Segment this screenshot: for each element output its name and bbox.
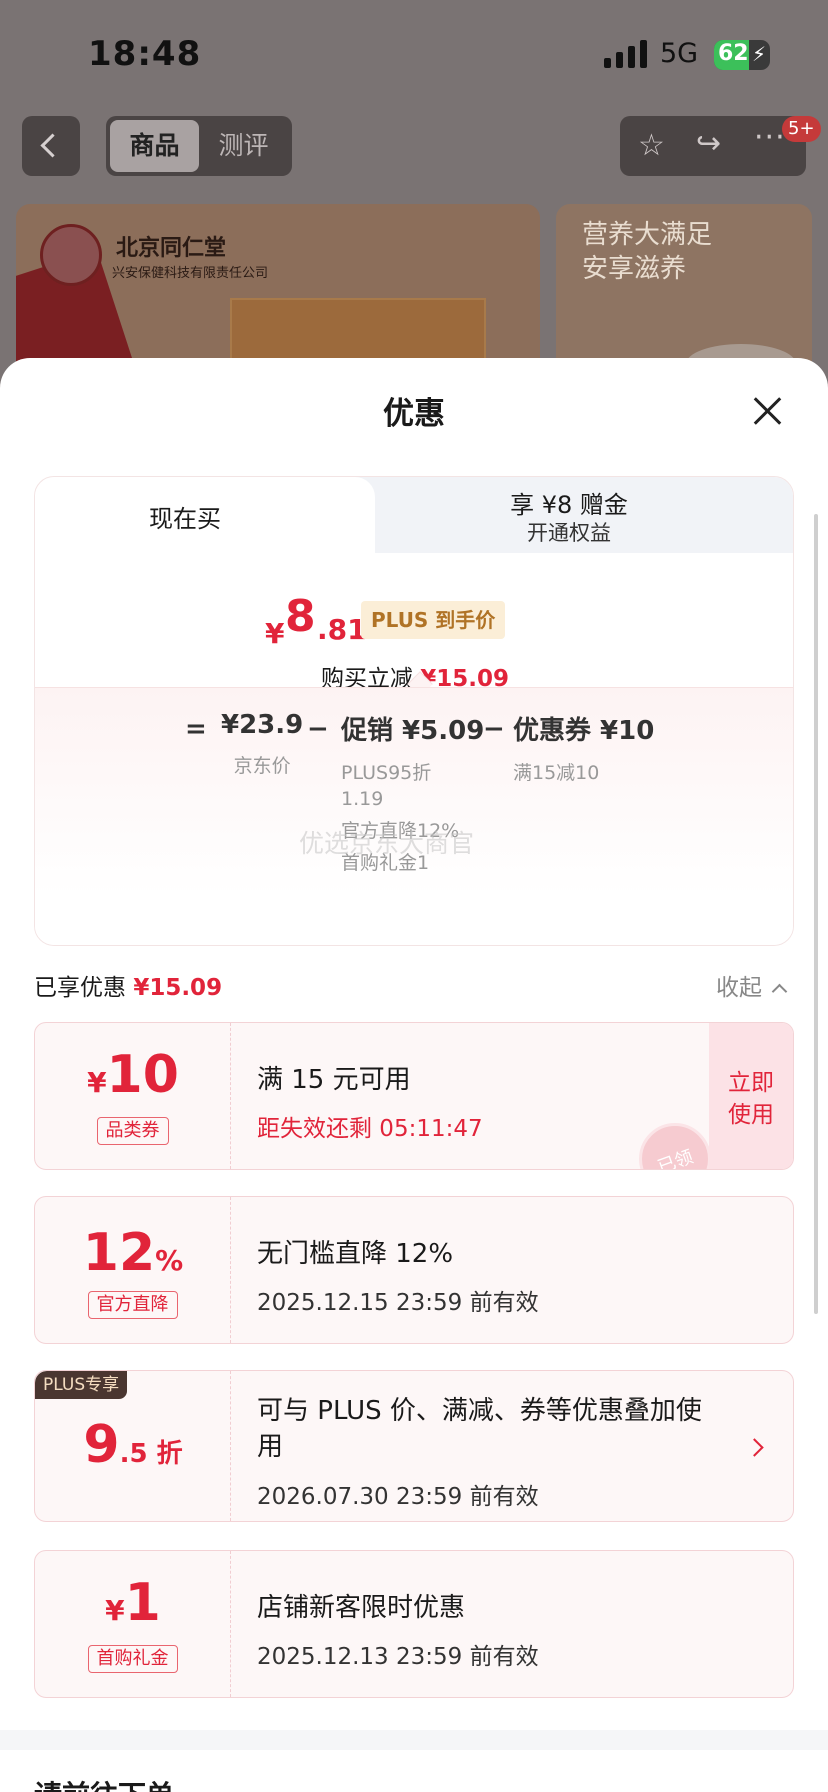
price-currency: ¥ bbox=[265, 617, 285, 650]
coupon-type-tag: 品类券 bbox=[96, 1117, 169, 1145]
claimed-stamp: 已领 bbox=[639, 1123, 711, 1170]
coupon-title: 满 15 元可用 bbox=[257, 1065, 411, 1095]
equals-sign: = bbox=[185, 714, 207, 744]
use-now-button[interactable]: 立即 使用 bbox=[709, 1023, 793, 1169]
coupon-type-tag: 官方直降 bbox=[87, 1291, 178, 1319]
coupon-card[interactable]: PLUS专享 9.5 折 可与 PLUS 价、满减、券等优惠叠加使用 2026.… bbox=[34, 1370, 794, 1522]
coupon-validity: 2025.12.13 23:59 前有效 bbox=[257, 1644, 539, 1670]
promo-value: 促销 ¥5.09 bbox=[341, 716, 485, 746]
coupon-title: 店铺新客限时优惠 bbox=[257, 1593, 466, 1623]
promo-line-2: 1.19 bbox=[341, 788, 384, 810]
enjoyed-label: 已享优惠 bbox=[34, 975, 126, 1001]
coupon-amount: 9.5 折 bbox=[35, 1415, 231, 1475]
price-integer: 8 bbox=[285, 591, 316, 642]
buy-now-label: 现在买 bbox=[149, 505, 221, 533]
status-bar: 18:48 5G 62 ⚡ bbox=[0, 0, 828, 108]
action-group: ☆ ↪ ··· bbox=[620, 116, 806, 176]
coupon-amount: ¥10 bbox=[35, 1045, 231, 1105]
promo-line-1: PLUS95折 bbox=[341, 762, 432, 784]
battery-level: 62 bbox=[718, 41, 749, 66]
coupon-validity: 2025.12.15 23:59 前有效 bbox=[257, 1290, 539, 1316]
battery-icon: 62 ⚡ bbox=[714, 40, 770, 70]
coupon-amount-value: 9 bbox=[83, 1415, 120, 1475]
final-price-box: ¥ 8 .81 PLUS 到手价 购买立减 ¥15.09 bbox=[35, 553, 793, 692]
share-icon[interactable]: ↪ bbox=[696, 126, 721, 161]
enjoyed-discount: 已享优惠 ¥15.09 bbox=[34, 968, 222, 1002]
coupon-title: 无门槛直降 12% bbox=[257, 1239, 454, 1269]
coupon-amount-value: 10 bbox=[106, 1045, 179, 1105]
coupon-value-area: PLUS专享 9.5 折 bbox=[35, 1371, 231, 1521]
minus-sign: − bbox=[307, 714, 329, 744]
brand-seal-icon bbox=[40, 224, 102, 286]
signal-icon bbox=[604, 40, 648, 68]
coupon-currency: ¥ bbox=[105, 1594, 125, 1627]
stamp-label: 已领 bbox=[655, 1146, 697, 1170]
section-divider bbox=[0, 1730, 828, 1750]
back-button[interactable] bbox=[22, 116, 80, 176]
charging-icon: ⚡ bbox=[751, 42, 766, 66]
collapse-button[interactable]: 收起 bbox=[716, 968, 788, 1002]
coupon-amount-value: 1 bbox=[124, 1573, 161, 1633]
coupon-value-area: 12% 官方直降 bbox=[35, 1197, 231, 1343]
chevron-up-icon bbox=[771, 983, 788, 1000]
jd-price-label: 京东价 bbox=[233, 755, 291, 777]
hero-slogan: 营养大满足 安享滋养 bbox=[582, 220, 713, 284]
favorite-star-icon[interactable]: ☆ bbox=[638, 128, 665, 163]
enjoyed-value: ¥15.09 bbox=[133, 975, 223, 1001]
product-tab-switch: 商品 测评 bbox=[106, 116, 292, 176]
coupon-type-tag: 首购礼金 bbox=[87, 1645, 178, 1673]
plus-open-label: 开通权益 bbox=[527, 521, 611, 545]
next-section-title: 请前往下单 bbox=[34, 1774, 174, 1792]
coupon-card: ¥10 品类券 满 15 元可用 距失效还剩 05:11:47 已领 立即 使用 bbox=[34, 1022, 794, 1170]
message-badge: 5+ bbox=[782, 116, 821, 142]
coupon-col: 优惠券 ¥10 满15减10 bbox=[513, 710, 654, 787]
coupon-unit: % bbox=[155, 1244, 184, 1277]
brand-subtitle: 兴安保健科技有限责任公司 bbox=[112, 266, 269, 281]
coupon-amount-value: 12 bbox=[82, 1223, 156, 1283]
status-time: 18:48 bbox=[88, 34, 202, 74]
more-dots-icon[interactable]: ··· bbox=[754, 120, 786, 155]
coupon-amount: 12% bbox=[35, 1223, 231, 1283]
minus-sign: − bbox=[483, 714, 505, 744]
coupon-card: 12% 官方直降 无门槛直降 12% 2025.12.15 23:59 前有效 bbox=[34, 1196, 794, 1344]
tab-product[interactable]: 商品 bbox=[110, 120, 199, 172]
network-label: 5G bbox=[660, 38, 699, 69]
use-now-label: 立即 使用 bbox=[728, 1070, 774, 1128]
jd-price: ¥23.9 bbox=[221, 710, 304, 740]
jd-price-col: ¥23.9 京东价 bbox=[221, 710, 303, 780]
plus-bonus-label: 享 ¥8 赠金 bbox=[510, 491, 628, 519]
background-page: 18:48 5G 62 ⚡ 商品 测评 ☆ ↪ ··· 5+ 北京同仁堂 兴安保… bbox=[0, 0, 828, 404]
watermark: 优选京东大商官 bbox=[299, 829, 475, 858]
coupon-currency: ¥ bbox=[87, 1066, 107, 1099]
price-decimal: .81 bbox=[317, 613, 367, 646]
close-icon[interactable] bbox=[752, 396, 782, 426]
coupon-card: ¥1 首购礼金 店铺新客限时优惠 2025.12.13 23:59 前有效 bbox=[34, 1550, 794, 1698]
tab-buy-now[interactable]: 现在买 bbox=[35, 477, 375, 553]
coupon-amount: ¥1 bbox=[35, 1573, 231, 1633]
price-calc-card: 享 ¥8 赠金 开通权益 现在买 ¥ 8 .81 PLUS 到手价 购买立减 ¥… bbox=[34, 476, 794, 946]
tab-review[interactable]: 测评 bbox=[199, 120, 288, 172]
coupon-title: 可与 PLUS 价、满减、券等优惠叠加使用 bbox=[257, 1396, 702, 1462]
plus-exclusive-badge: PLUS专享 bbox=[35, 1371, 128, 1399]
coupon-value: 优惠券 ¥10 bbox=[513, 716, 655, 746]
collapse-label: 收起 bbox=[716, 975, 762, 1001]
plus-price-tag: PLUS 到手价 bbox=[361, 601, 506, 639]
coupon-unit: .5 折 bbox=[119, 1439, 183, 1469]
scrollbar[interactable] bbox=[814, 514, 818, 1314]
coupon-countdown: 距失效还剩 05:11:47 bbox=[257, 1116, 483, 1142]
tab-plus-bonus[interactable]: 享 ¥8 赠金 开通权益 bbox=[339, 477, 793, 553]
coupon-value-area: ¥1 首购礼金 bbox=[35, 1551, 231, 1697]
coupon-label: 满15减10 bbox=[513, 762, 600, 784]
coupon-value-area: ¥10 品类券 bbox=[35, 1023, 231, 1169]
brand-name: 北京同仁堂 bbox=[116, 235, 227, 261]
discount-sheet: 优惠 享 ¥8 赠金 开通权益 现在买 ¥ 8 .81 PLUS 到手价 购买立… bbox=[0, 358, 828, 1792]
chevron-right-icon bbox=[745, 1438, 764, 1457]
price-breakdown: = ¥23.9 京东价 − 促销 ¥5.09 PLUS95折 1.19 官方直降… bbox=[35, 687, 793, 945]
coupon-validity: 2026.07.30 23:59 前有效 bbox=[257, 1484, 539, 1510]
sheet-title: 优惠 bbox=[383, 396, 445, 432]
